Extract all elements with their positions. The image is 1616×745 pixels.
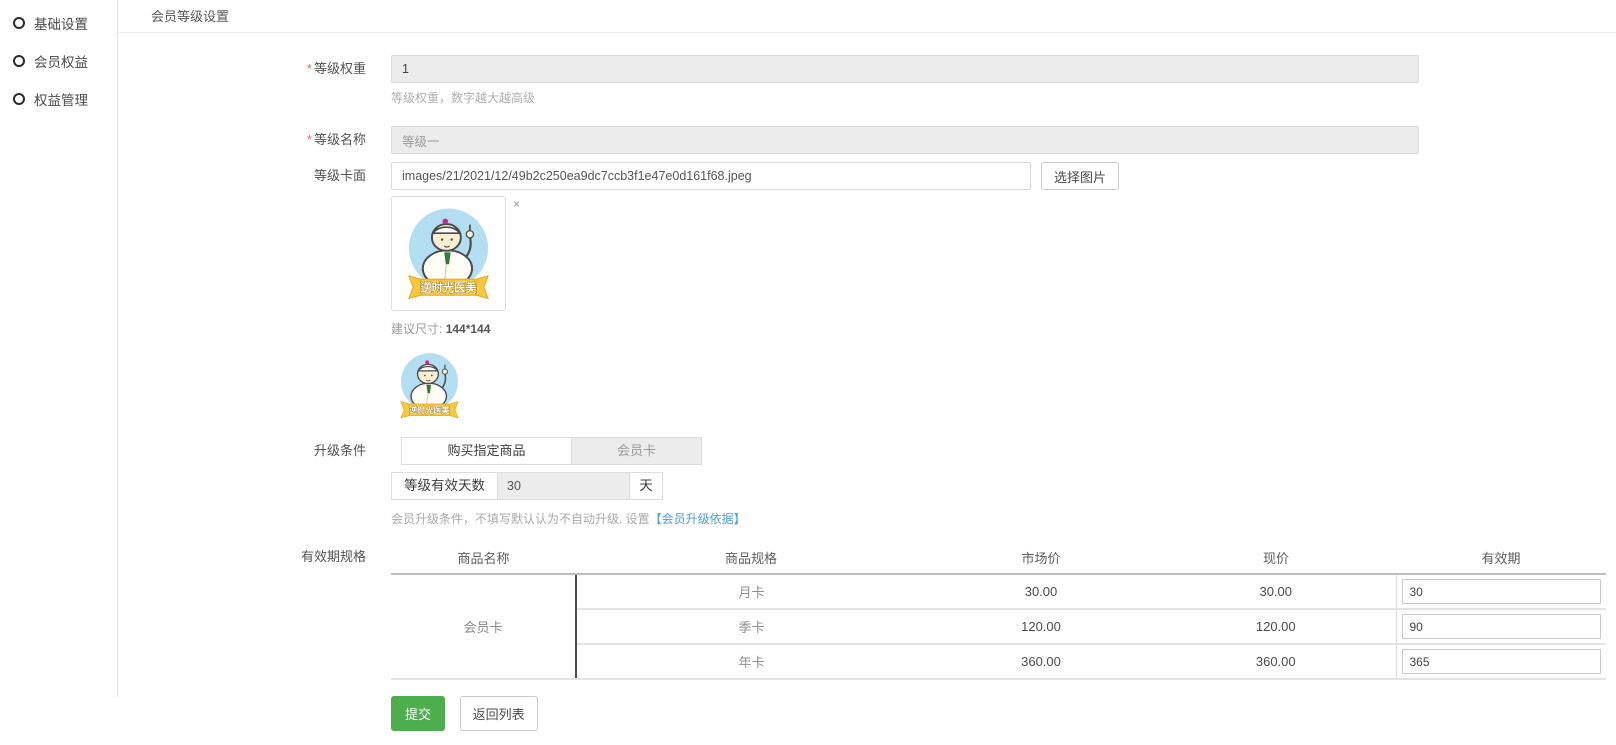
level-weight-input[interactable] <box>391 55 1419 83</box>
header-current-price: 现价 <box>1156 545 1396 574</box>
validity-input[interactable] <box>1402 649 1602 674</box>
card-image-path-input[interactable] <box>391 162 1031 190</box>
radio-circle-icon <box>13 17 25 29</box>
header-product-spec: 商品规格 <box>576 545 926 574</box>
sidebar-item-basic-settings[interactable]: 基础设置 <box>0 4 117 42</box>
market-price-cell: 120.00 <box>926 609 1156 644</box>
form-row-level-name: *等级名称 <box>119 126 1616 154</box>
submit-button[interactable]: 提交 <box>391 696 445 731</box>
level-weight-label: *等级权重 <box>119 55 391 83</box>
upgrade-hint: 会员升级条件，不填写默认认为不自动升级, 设置【会员升级依据】 <box>391 510 1616 527</box>
form-row-upgrade-condition: 升级条件 购买指定商品 会员卡 等级有效天数 天 会员升级条件，不填写默认认为不… <box>119 437 1616 527</box>
level-settings-form: *等级权重 等级权重，数字越大越高级 *等级名称 等级卡面 选择图片 <box>119 33 1616 745</box>
brand-logo-text: 逆时光医美 <box>420 280 477 294</box>
table-header-row: 商品名称 商品规格 市场价 现价 有效期 <box>391 545 1606 574</box>
spec-cell: 月卡 <box>576 574 926 609</box>
validity-spec-table: 商品名称 商品规格 市场价 现价 有效期 会员卡 月卡 30.00 30.00 <box>391 545 1606 680</box>
card-face-label: 等级卡面 <box>119 162 391 190</box>
table-row: 会员卡 月卡 30.00 30.00 <box>391 574 1606 609</box>
main-content: 会员等级设置 *等级权重 等级权重，数字越大越高级 *等级名称 等级卡面 选择图… <box>119 0 1616 745</box>
back-to-list-button[interactable]: 返回列表 <box>460 696 538 731</box>
card-image-preview: 逆时光医美 <box>391 196 506 311</box>
settings-sidebar: 基础设置 会员权益 权益管理 <box>0 0 118 697</box>
level-name-input[interactable] <box>391 126 1419 154</box>
card-image-thumbnail: 逆时光医美 <box>391 347 468 424</box>
required-asterisk: * <box>307 61 312 76</box>
current-price-cell: 360.00 <box>1156 644 1396 679</box>
valid-days-input[interactable] <box>498 472 630 500</box>
brand-logo: 逆时光医美 <box>395 200 502 307</box>
market-price-cell: 360.00 <box>926 644 1156 679</box>
validity-input[interactable] <box>1402 614 1602 639</box>
validity-spec-label: 有效期规格 <box>119 545 391 569</box>
remove-image-icon[interactable]: × <box>513 198 520 210</box>
valid-days-group: 等级有效天数 天 <box>391 472 1616 500</box>
header-validity: 有效期 <box>1396 545 1606 574</box>
level-weight-hint: 等级权重，数字越大越高级 <box>391 89 1616 106</box>
form-row-level-weight: *等级权重 等级权重，数字越大越高级 <box>119 55 1616 106</box>
brand-logo-text: 逆时光医美 <box>409 405 450 415</box>
form-row-card-face: 等级卡面 选择图片 <box>119 162 1616 424</box>
choose-image-button[interactable]: 选择图片 <box>1041 162 1119 190</box>
form-row-validity-spec: 有效期规格 商品名称 商品规格 市场价 现价 有效期 <box>119 545 1616 680</box>
valid-days-unit: 天 <box>630 472 663 500</box>
radio-circle-icon <box>13 55 25 67</box>
upgrade-basis-link[interactable]: 【会员升级依据】 <box>650 512 746 526</box>
upgrade-condition-tabs: 购买指定商品 会员卡 <box>401 437 1616 465</box>
current-price-cell: 120.00 <box>1156 609 1396 644</box>
sidebar-item-label: 基础设置 <box>34 13 88 33</box>
spec-cell: 季卡 <box>576 609 926 644</box>
radio-circle-icon <box>13 93 25 105</box>
header-market-price: 市场价 <box>926 545 1156 574</box>
current-price-cell: 30.00 <box>1156 574 1396 609</box>
validity-input[interactable] <box>1402 579 1602 604</box>
page-title: 会员等级设置 <box>119 0 1616 33</box>
product-name-cell: 会员卡 <box>391 574 576 679</box>
sidebar-item-label: 权益管理 <box>34 89 88 109</box>
brand-logo: 逆时光医美 <box>391 347 468 424</box>
sidebar-item-benefit-management[interactable]: 权益管理 <box>0 80 117 118</box>
tab-member-card[interactable]: 会员卡 <box>572 437 702 465</box>
header-product-name: 商品名称 <box>391 545 576 574</box>
valid-days-label: 等级有效天数 <box>391 472 498 500</box>
spec-cell: 年卡 <box>576 644 926 679</box>
sidebar-item-label: 会员权益 <box>34 51 88 71</box>
upgrade-condition-label: 升级条件 <box>119 437 391 465</box>
form-actions: 提交 返回列表 <box>391 696 1616 745</box>
required-asterisk: * <box>307 132 312 147</box>
size-hint: 建议尺寸: 144*144 <box>391 320 1616 337</box>
tab-buy-specified-product[interactable]: 购买指定商品 <box>401 437 572 465</box>
level-name-label: *等级名称 <box>119 126 391 154</box>
sidebar-item-member-benefits[interactable]: 会员权益 <box>0 42 117 80</box>
market-price-cell: 30.00 <box>926 574 1156 609</box>
